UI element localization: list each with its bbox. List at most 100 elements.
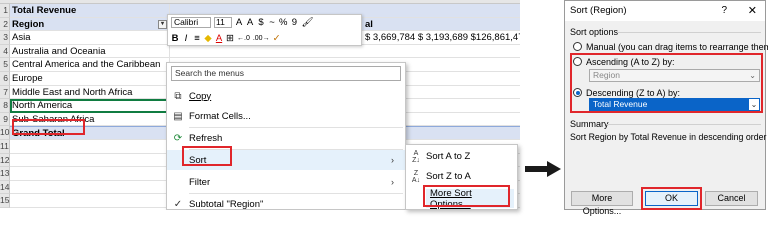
menu-item-filter[interactable]: Filter ›	[167, 172, 405, 192]
chevron-right-icon: ›	[391, 155, 394, 165]
chevron-down-icon: ⌄	[749, 71, 756, 80]
percent-icon[interactable]: %	[279, 17, 287, 28]
cell-text	[170, 46, 365, 57]
decrease-decimal-icon[interactable]: .00→	[253, 33, 270, 44]
manual-label: Manual (you can drag items to rearrange …	[586, 42, 768, 52]
sort-descending-icon: Z A↓	[411, 169, 421, 184]
menu-item-subtotal[interactable]: ✓ Subtotal "Region"	[167, 194, 405, 210]
cancel-button[interactable]: Cancel	[705, 191, 758, 206]
chevron-right-icon: ›	[391, 177, 394, 187]
cell-region[interactable]: Central America and the Caribbean	[10, 58, 170, 72]
fill-color-icon[interactable]: ◆	[204, 33, 212, 44]
row-number[interactable]: 2	[0, 17, 10, 32]
row-number[interactable]: 6	[0, 72, 10, 86]
row-number[interactable]: 9	[0, 112, 10, 127]
menu-item-format-cells[interactable]: ▤ Format Cells...	[167, 106, 405, 126]
menu-search-input[interactable]: Search the menus	[171, 66, 401, 81]
dialog-title: Sort (Region)	[565, 1, 765, 21]
cell-values[interactable]	[170, 45, 520, 59]
radio-ascending[interactable]	[573, 57, 582, 66]
cell-text: Middle East and North Africa	[12, 86, 133, 98]
ok-button[interactable]: OK	[645, 191, 698, 206]
cell-region[interactable]	[10, 167, 170, 181]
row-number[interactable]: 8	[0, 99, 10, 113]
cell-region[interactable]: Middle East and North Africa	[10, 85, 170, 100]
help-icon[interactable]: ?	[721, 1, 727, 21]
arrow-right-icon	[525, 161, 561, 177]
cell-region[interactable]: Australia and Oceania	[10, 44, 170, 59]
context-menu: Search the menus ⧉ Copy ▤ Format Cells..…	[166, 62, 406, 210]
ascending-field-select[interactable]: Region ⌄	[589, 69, 760, 82]
table-row: 4 Australia and Oceania	[0, 44, 520, 59]
cell-text: Total Revenue	[12, 5, 77, 16]
increase-font-icon[interactable]: A	[235, 17, 243, 28]
row-number[interactable]: 3	[0, 31, 10, 45]
copy-icon: ⧉	[174, 90, 182, 102]
cell-text: Asia	[12, 32, 31, 44]
cell-region[interactable]: Grand Total	[10, 126, 170, 140]
more-options-button[interactable]: More Options...	[571, 191, 633, 216]
row-number[interactable]: 11	[0, 140, 10, 154]
cell-region[interactable]: Europe	[10, 72, 170, 86]
menu-item-sort-z-to-a[interactable]: Z A↓ Sort Z to A	[406, 167, 517, 186]
menu-item-more-sort-options[interactable]: More Sort Options...	[426, 188, 514, 210]
menu-item-sort[interactable]: Sort ›	[167, 150, 405, 170]
clear-format-icon[interactable]: ✓	[273, 33, 281, 44]
cell-region[interactable]: Region ▾	[10, 17, 170, 32]
row-number[interactable]: 14	[0, 180, 10, 195]
cell-text: Region	[12, 18, 45, 30]
cell-region[interactable]: North America	[10, 99, 170, 113]
currency-icon[interactable]: $	[257, 17, 265, 28]
cell-region[interactable]	[10, 153, 170, 168]
bold-icon[interactable]: B	[171, 33, 179, 44]
decrease-font-icon[interactable]: A	[246, 17, 254, 28]
row-number[interactable]: 1	[0, 4, 10, 18]
row-number[interactable]: 15	[0, 194, 10, 208]
cell-text: Australia and Oceania	[12, 45, 106, 57]
format-painter-icon[interactable]: 🖌	[301, 17, 313, 28]
close-icon[interactable]: ✕	[748, 1, 757, 21]
font-name-box[interactable]: Calibri	[171, 17, 211, 28]
cell-region[interactable]	[10, 180, 170, 195]
radio-descending[interactable]	[573, 88, 582, 97]
filter-dropdown-icon[interactable]: ▾	[158, 19, 167, 29]
cell-text: North America	[12, 100, 73, 112]
sort-ascending-icon: A Z↓	[412, 149, 420, 164]
menu-item-refresh[interactable]: ⟳ Refresh	[167, 128, 405, 148]
cell-region[interactable]: Total Revenue	[10, 4, 170, 18]
dropdown-icon[interactable]: ~	[268, 17, 276, 28]
borders-icon[interactable]: ⊞	[226, 33, 234, 44]
row-number[interactable]: 7	[0, 85, 10, 100]
descending-field-select[interactable]: Total Revenue ⌄	[589, 98, 760, 111]
sort-options-label: Sort options	[570, 27, 619, 37]
cell-region[interactable]: Sub-Saharan Africa	[10, 112, 170, 127]
descending-label: Descending (Z to A) by:	[586, 88, 681, 98]
row-number[interactable]: 13	[0, 167, 10, 181]
row-number[interactable]: 10	[0, 126, 10, 140]
refresh-icon: ⟳	[173, 132, 183, 144]
radio-manual[interactable]	[573, 42, 582, 51]
italic-icon[interactable]: I	[182, 33, 190, 44]
ascending-label: Ascending (A to Z) by:	[586, 57, 675, 67]
align-icon[interactable]: ≡	[193, 33, 201, 44]
cell-text: Europe	[12, 73, 43, 84]
cell-region[interactable]: Asia	[10, 31, 170, 45]
cell-region[interactable]	[10, 140, 170, 154]
row-number[interactable]: 4	[0, 44, 10, 59]
mini-toolbar: Calibri 11 A A $ ~ % 9 🖌 B I ≡ ◆ A ⊞ ←.0…	[167, 14, 362, 46]
row-number[interactable]: 12	[0, 153, 10, 168]
font-size-box[interactable]: 11	[214, 17, 232, 28]
cell-region[interactable]	[10, 194, 170, 208]
checkmark-icon: ✓	[173, 198, 183, 210]
row-number[interactable]: 5	[0, 58, 10, 72]
comma-style-icon[interactable]: 9	[290, 17, 298, 28]
font-color-icon[interactable]: A	[215, 33, 223, 44]
cell-text: Sub-Saharan Africa	[12, 113, 95, 125]
menu-item-sort-a-to-z[interactable]: A Z↓ Sort A to Z	[406, 147, 517, 166]
menu-item-copy[interactable]: ⧉ Copy	[167, 86, 405, 106]
summary-label: Summary	[570, 119, 609, 129]
increase-decimal-icon[interactable]: ←.0	[237, 33, 250, 44]
sort-submenu: A Z↓ Sort A to Z Z A↓ Sort Z to A More Sor…	[405, 144, 518, 210]
chevron-down-icon: ⌄	[749, 99, 759, 110]
sort-dialog: Sort (Region) ? ✕ Sort options Manual (y…	[564, 0, 768, 216]
